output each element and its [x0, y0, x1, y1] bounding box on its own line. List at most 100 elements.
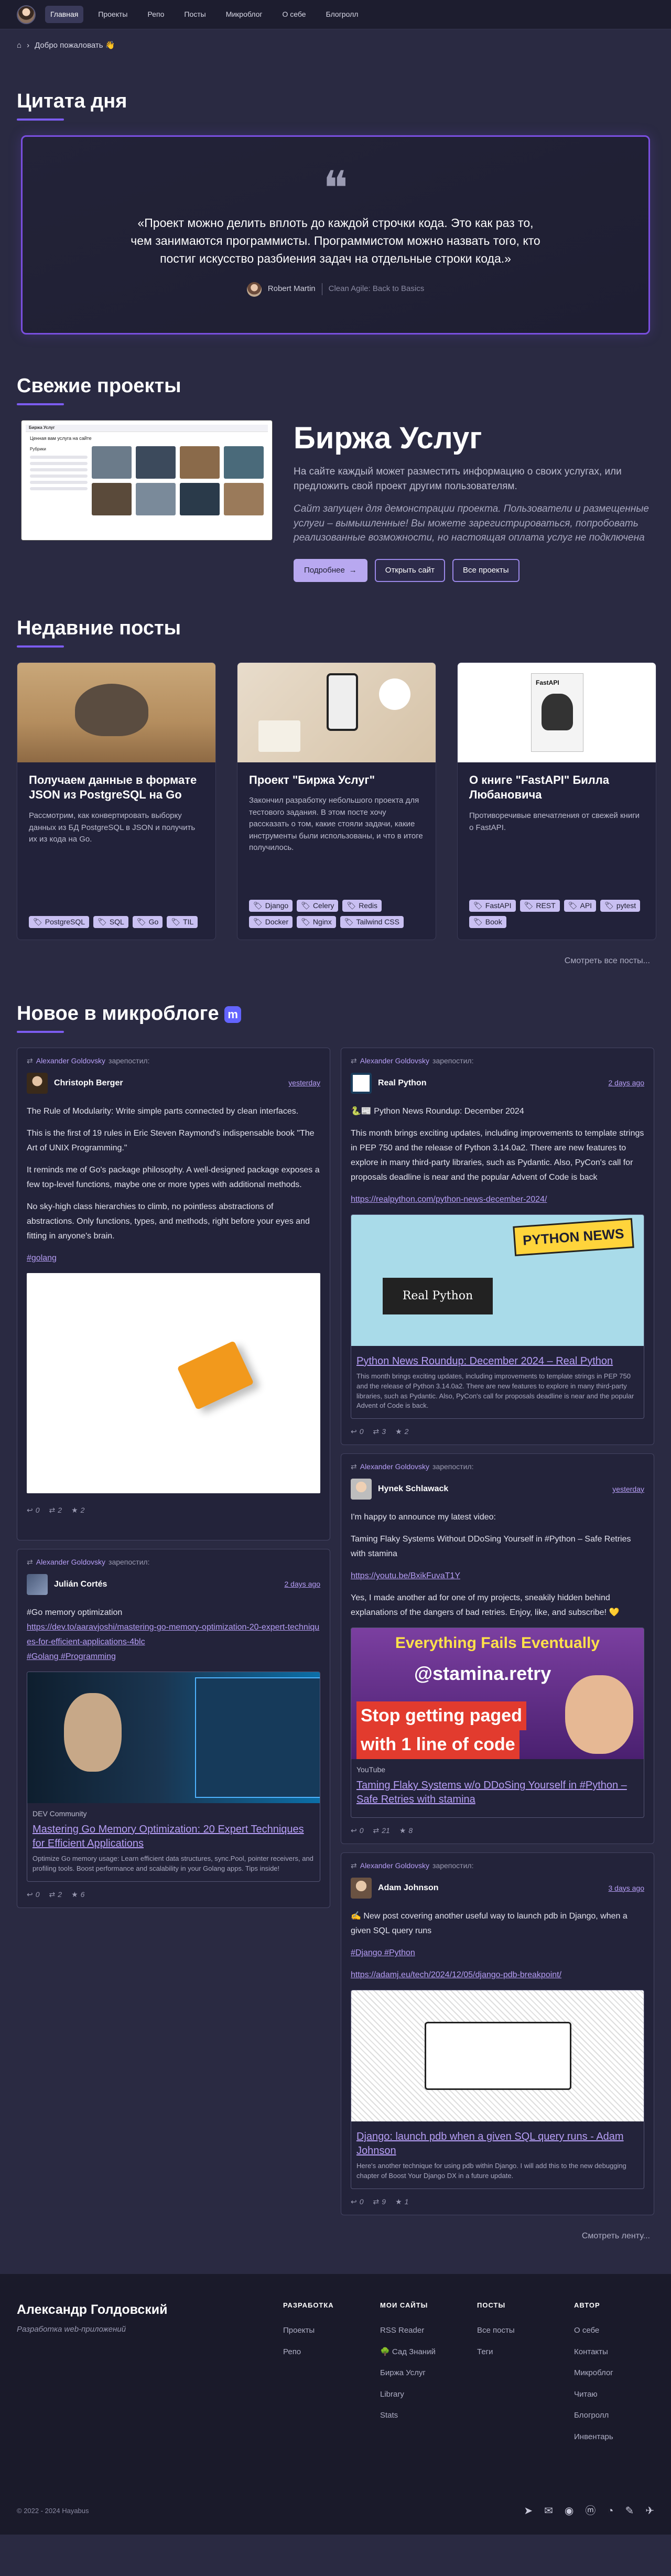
tag[interactable]: 🏷 TIL — [167, 915, 198, 928]
boost-icon[interactable]: ⇄ 2 — [49, 1505, 62, 1516]
preview-title[interactable]: Django: launch pdb when a given SQL quer… — [356, 2130, 638, 2158]
project-screenshot[interactable]: Биржа Услуг Ценная вам услуга на сайте Р… — [21, 419, 273, 541]
post-card[interactable]: Проект "Биржа Услуг" Закончил разработку… — [237, 662, 436, 940]
rss-icon[interactable]: ◔ — [607, 2503, 613, 2519]
footer-link[interactable]: Stats — [380, 2410, 477, 2422]
tag[interactable]: 🏷 Nginx — [297, 915, 336, 928]
footer-link[interactable]: Все посты — [477, 2325, 574, 2337]
tag[interactable]: 🏷 API — [564, 899, 597, 912]
preview-title[interactable]: Taming Flaky Systems w/o DDoSing Yoursel… — [356, 1779, 638, 1807]
reply-icon[interactable]: ↩ 0 — [351, 1426, 364, 1437]
reply-icon[interactable]: ↩ 0 — [351, 2196, 364, 2207]
micro-author[interactable]: Adam Johnson — [378, 1882, 602, 1894]
reply-icon[interactable]: ↩ 0 — [27, 1889, 40, 1900]
tag[interactable]: 🏷 Redis — [342, 899, 382, 912]
footer-link[interactable]: Читаю — [574, 2389, 671, 2401]
micro-link[interactable]: https://youtu.be/BxikFuvaT1Y — [351, 1569, 644, 1583]
reply-icon[interactable]: ↩ 0 — [351, 1825, 364, 1836]
nav-about[interactable]: О себе — [277, 6, 311, 23]
tag[interactable]: 🏷 Tailwind CSS — [340, 915, 404, 928]
tag[interactable]: 🏷 REST — [520, 899, 560, 912]
footer-link[interactable]: RSS Reader — [380, 2325, 477, 2337]
micro-author[interactable]: Christoph Berger — [54, 1077, 282, 1090]
footer-link[interactable]: 🌳 Сад Знаний — [380, 2346, 477, 2358]
nav-repo[interactable]: Репо — [142, 6, 169, 23]
repost-user-link[interactable]: Alexander Goldovsky — [36, 1557, 105, 1568]
tag[interactable]: 🏷 SQL — [93, 915, 128, 928]
post-card[interactable]: Получаем данные в формате JSON из Postgr… — [17, 662, 216, 940]
boost-icon[interactable]: ⇄ 3 — [373, 1426, 386, 1437]
mastodon-icon[interactable]: ⓜ — [585, 2503, 596, 2519]
github-icon[interactable]: ◉ — [565, 2503, 573, 2519]
micro-link[interactable]: https://dev.to/aaravjoshi/mastering-go-m… — [27, 1620, 320, 1650]
mail-icon[interactable]: ✉ — [544, 2503, 553, 2519]
footer-link[interactable]: Контакты — [574, 2346, 671, 2358]
star-icon[interactable]: ★ 8 — [399, 1825, 413, 1836]
micro-author[interactable]: Real Python — [378, 1077, 602, 1090]
avatar[interactable] — [351, 1479, 372, 1500]
link-preview[interactable]: Everything Fails Eventually @stamina.ret… — [351, 1627, 644, 1818]
nav-projects[interactable]: Проекты — [93, 6, 133, 23]
footer-link[interactable]: Проекты — [283, 2325, 380, 2337]
micro-author[interactable]: Hynek Schlawack — [378, 1483, 606, 1495]
post-title[interactable]: Проект "Биржа Услуг" — [249, 773, 424, 788]
open-site-button[interactable]: Открыть сайт — [374, 558, 445, 582]
boost-icon[interactable]: ⇄ 2 — [49, 1889, 62, 1900]
tag[interactable]: 🏷 Django — [249, 899, 293, 912]
nav-home[interactable]: Главная — [45, 6, 84, 23]
site-avatar[interactable] — [17, 5, 36, 24]
footer-link[interactable]: Микроблог — [574, 2367, 671, 2379]
star-icon[interactable]: ★ 6 — [71, 1889, 84, 1900]
micro-date[interactable]: 2 days ago — [609, 1077, 645, 1088]
footer-link[interactable]: О себе — [574, 2325, 671, 2337]
preview-title[interactable]: Mastering Go Memory Optimization: 20 Exp… — [33, 1823, 315, 1851]
hashtag-link[interactable]: #Golang #Programming — [27, 1650, 320, 1664]
post-title[interactable]: О книге "FastAPI" Билла Любановича — [469, 773, 644, 803]
hashtag-link[interactable]: #Django #Python — [351, 1946, 644, 1960]
more-button[interactable]: Подробнее → — [294, 558, 367, 582]
repost-user-link[interactable]: Alexander Goldovsky — [360, 1055, 429, 1066]
nav-blogroll[interactable]: Блогролл — [321, 6, 364, 23]
nav-posts[interactable]: Посты — [179, 6, 211, 23]
repost-user-link[interactable]: Alexander Goldovsky — [360, 1461, 429, 1472]
micro-date[interactable]: yesterday — [288, 1077, 320, 1088]
lego-image[interactable] — [27, 1273, 320, 1493]
boost-icon[interactable]: ⇄ 21 — [373, 1825, 390, 1836]
link-preview[interactable]: Django: launch pdb when a given SQL quer… — [351, 1990, 644, 2189]
tag[interactable]: 🏷 Docker — [249, 915, 293, 928]
micro-date[interactable]: yesterday — [612, 1484, 644, 1495]
send-icon[interactable]: ✈ — [645, 2503, 654, 2519]
avatar[interactable] — [351, 1072, 372, 1094]
see-feed-link[interactable]: Смотреть ленту... — [0, 2215, 671, 2243]
repost-user-link[interactable]: Alexander Goldovsky — [36, 1055, 105, 1066]
repost-user-link[interactable]: Alexander Goldovsky — [360, 1860, 429, 1871]
footer-link[interactable]: Блогролл — [574, 2410, 671, 2422]
tag[interactable]: 🏷 FastAPI — [469, 899, 516, 912]
nav-microblog[interactable]: Микроблог — [221, 6, 268, 23]
tag[interactable]: 🏷 Go — [132, 915, 163, 928]
footer-link[interactable]: Биржа Услуг — [380, 2367, 477, 2379]
footer-link[interactable]: Теги — [477, 2346, 574, 2358]
tag[interactable]: 🏷 PostgreSQL — [29, 915, 90, 928]
tag[interactable]: 🏷 pytest — [600, 899, 641, 912]
link-preview[interactable]: PYTHON NEWS Real Python Python News Roun… — [351, 1214, 644, 1419]
feather-icon[interactable]: ✎ — [625, 2503, 634, 2519]
link-preview[interactable]: DEV Community Mastering Go Memory Optimi… — [27, 1671, 320, 1882]
star-icon[interactable]: ★ 2 — [71, 1505, 84, 1516]
reply-icon[interactable]: ↩ 0 — [27, 1505, 40, 1516]
avatar[interactable] — [27, 1573, 48, 1595]
star-icon[interactable]: ★ 2 — [395, 1426, 408, 1437]
tag[interactable]: 🏷 Celery — [297, 899, 339, 912]
micro-link[interactable]: https://adamj.eu/tech/2024/12/05/django-… — [351, 1968, 644, 1982]
micro-link[interactable]: https://realpython.com/python-news-decem… — [351, 1192, 644, 1207]
star-icon[interactable]: ★ 1 — [395, 2196, 408, 2207]
micro-date[interactable]: 2 days ago — [285, 1579, 321, 1590]
see-all-posts-link[interactable]: Смотреть все посты... — [0, 940, 671, 999]
home-icon[interactable]: ⌂ — [17, 40, 21, 52]
hashtag-link[interactable]: #golang — [27, 1251, 320, 1266]
micro-author[interactable]: Julián Cortés — [54, 1578, 278, 1591]
telegram-icon[interactable]: ➤ — [524, 2503, 533, 2519]
post-title[interactable]: Получаем данные в формате JSON из Postgr… — [29, 773, 204, 803]
avatar[interactable] — [27, 1072, 48, 1094]
tag[interactable]: 🏷 Book — [469, 915, 506, 928]
